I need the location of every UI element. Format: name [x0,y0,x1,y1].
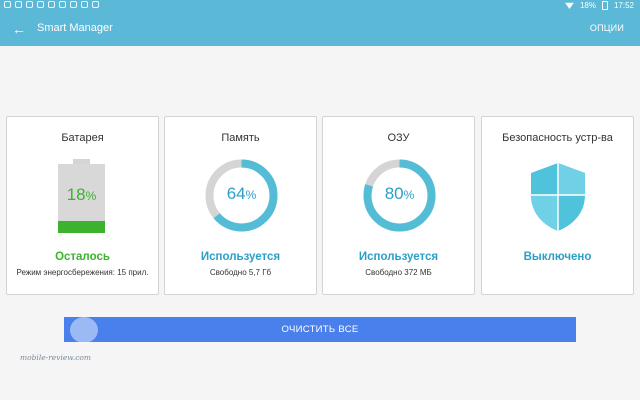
notification-icon [15,1,22,8]
shield-icon [528,161,588,233]
storage-sub: Свободно 5,7 Гб [209,268,272,277]
card-title: Батарея [61,132,104,144]
storage-percent: 64% [226,184,257,203]
status-bar: 18% 17:52 [0,0,640,12]
arrow-left-icon[interactable]: ← [10,20,28,38]
ram-sub: Свободно 372 МБ [365,268,432,277]
ram-percent: 80% [384,184,415,203]
watermark: mobile-review.com [20,315,110,365]
storage-status: Используется [200,251,281,263]
notification-icon [37,1,44,8]
main-content: Батарея 18% Осталось Режим энергосбереже… [0,46,640,400]
ram-status: Используется [358,251,439,263]
notification-icon [92,1,99,8]
battery-percent: 18% [66,185,97,204]
app-bar: ← Smart Manager ОПЦИИ [0,12,640,46]
wifi-icon [564,2,574,9]
status-right: 18% 17:52 [564,1,634,10]
battery-card[interactable]: Батарея 18% Осталось Режим энергосбереже… [6,116,159,295]
battery-status-text: 18% [579,1,596,10]
clean-all-button[interactable]: ОЧИСТИТЬ ВСЕ [64,317,576,342]
card-title: ОЗУ [387,132,410,144]
watermark-logo-icon [70,317,98,343]
battery-status: Осталось [55,251,110,263]
card-title: Безопасность устр-ва [502,132,613,144]
notification-icon [4,1,11,8]
notification-icon [48,1,55,8]
notification-icon [59,1,66,8]
clock: 17:52 [613,1,634,10]
app-title: Smart Manager [37,22,113,34]
battery-icon [601,1,608,10]
battery-level-icon: 18% [58,159,105,233]
notification-icons [4,1,99,8]
storage-card[interactable]: Память 64% Используется Свободно 5,7 Гб [164,116,317,295]
battery-sub: Режим энергосбережения: 15 прил. [16,268,149,277]
ram-card[interactable]: ОЗУ 80% Используется Свободно 372 МБ [322,116,475,295]
notification-icon [26,1,33,8]
card-title: Память [221,132,260,144]
options-button[interactable]: ОПЦИИ [590,23,624,33]
watermark-text: mobile-review.com [20,353,92,362]
storage-donut: 64% [205,159,278,232]
security-status: Выключено [523,251,592,263]
ram-donut: 80% [363,159,436,232]
security-card[interactable]: Безопасность устр-ва Выключено [481,116,634,295]
notification-icon [81,1,88,8]
notification-icon [70,1,77,8]
